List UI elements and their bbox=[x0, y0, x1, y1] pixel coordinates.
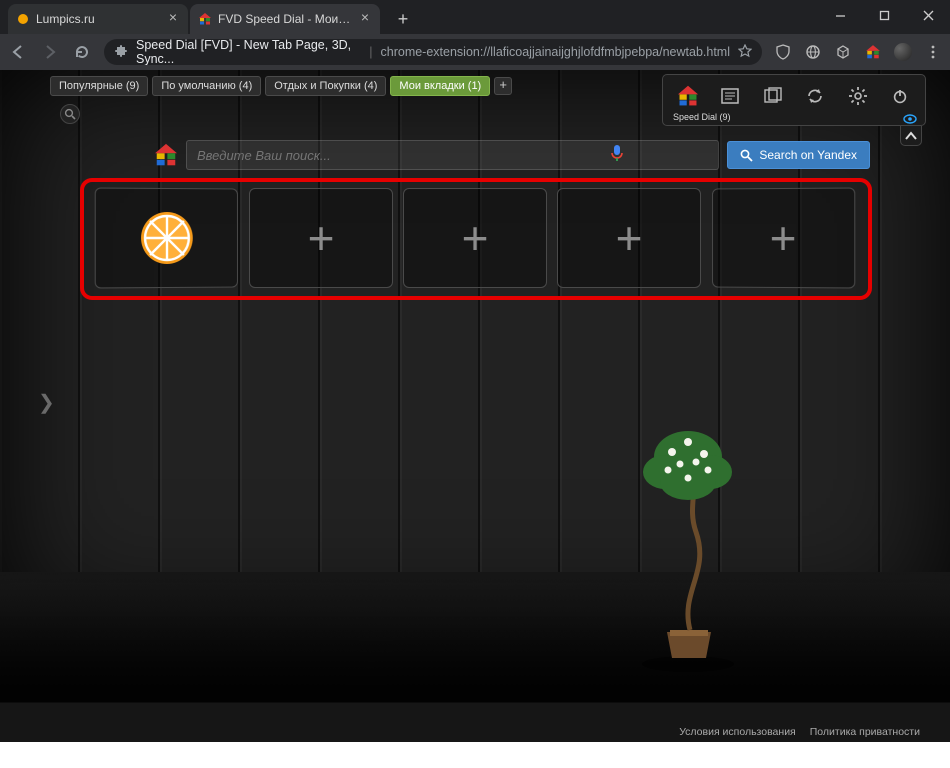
panel-power-button[interactable] bbox=[885, 81, 915, 111]
page-url: chrome-extension://llaficoajjainaijghjlo… bbox=[381, 45, 731, 59]
privacy-link[interactable]: Политика приватности bbox=[810, 726, 920, 738]
star-icon[interactable] bbox=[738, 44, 752, 61]
plus-icon: + bbox=[770, 211, 797, 265]
window-close-button[interactable] bbox=[906, 0, 950, 30]
search-button-label: Search on Yandex bbox=[759, 148, 857, 162]
forward-button[interactable] bbox=[40, 42, 60, 62]
plus-icon: + bbox=[308, 211, 335, 265]
background-floor bbox=[0, 572, 950, 703]
sidebar-expand-handle[interactable]: ❯ bbox=[38, 390, 55, 415]
speed-dial-empty[interactable]: + bbox=[403, 188, 547, 288]
reload-button[interactable] bbox=[72, 42, 92, 62]
tab-label: Lumpics.ru bbox=[36, 12, 160, 26]
group-tabs: Популярные (9) По умолчанию (4) Отдых и … bbox=[50, 76, 512, 96]
favicon-icon bbox=[16, 12, 30, 26]
speed-dial-empty[interactable]: + bbox=[712, 188, 855, 289]
panel-caption: Speed Dial (9) bbox=[673, 112, 915, 122]
eye-icon[interactable] bbox=[903, 113, 917, 127]
plant-decoration bbox=[610, 412, 760, 672]
plus-icon: + bbox=[616, 211, 643, 265]
terms-link[interactable]: Условия использования bbox=[679, 726, 796, 738]
zoom-button[interactable] bbox=[60, 104, 80, 124]
window-minimize-button[interactable] bbox=[818, 0, 862, 30]
tab-label: FVD Speed Dial - Мои вкладки bbox=[218, 12, 352, 26]
separator: | bbox=[369, 45, 372, 59]
globe-icon[interactable] bbox=[804, 43, 822, 61]
bottom-margin bbox=[0, 742, 950, 768]
group-tab[interactable]: Отдых и Покупки (4) bbox=[265, 76, 386, 96]
speed-dial-grid: + + + + bbox=[95, 188, 855, 288]
kebab-menu-icon[interactable] bbox=[924, 43, 942, 61]
orange-slice-icon bbox=[138, 209, 196, 267]
speed-dial-empty[interactable]: + bbox=[249, 188, 393, 288]
back-button[interactable] bbox=[8, 42, 28, 62]
panel-settings-button[interactable] bbox=[843, 81, 873, 111]
profile-avatar[interactable] bbox=[894, 43, 912, 61]
plus-icon: + bbox=[462, 211, 489, 265]
close-icon[interactable]: × bbox=[358, 12, 372, 26]
speed-dial-empty[interactable]: + bbox=[557, 188, 701, 288]
extension-icons bbox=[774, 43, 942, 61]
search-bar: Search on Yandex bbox=[154, 140, 870, 170]
mic-icon[interactable] bbox=[610, 143, 626, 168]
speed-dial-tile[interactable] bbox=[95, 188, 238, 289]
favicon-icon bbox=[198, 12, 212, 26]
window-titlebar: Lumpics.ru × FVD Speed Dial - Мои вкладк… bbox=[0, 0, 950, 34]
address-bar: Speed Dial [FVD] - New Tab Page, 3D, Syn… bbox=[0, 34, 950, 70]
omnibox[interactable]: Speed Dial [FVD] - New Tab Page, 3D, Syn… bbox=[104, 39, 762, 65]
search-logo-icon bbox=[154, 143, 178, 167]
panel-collapse-handle[interactable] bbox=[900, 126, 922, 146]
footer-links: Условия использования Политика приватнос… bbox=[679, 726, 920, 738]
panel-news-button[interactable] bbox=[715, 81, 745, 111]
group-tab[interactable]: Популярные (9) bbox=[50, 76, 148, 96]
speeddial-toolbar-panel: Speed Dial (9) bbox=[662, 74, 926, 126]
search-input[interactable] bbox=[186, 140, 719, 170]
group-tab-active[interactable]: Мои вкладки (1) bbox=[390, 76, 490, 96]
search-button[interactable]: Search on Yandex bbox=[727, 141, 870, 169]
shield-icon[interactable] bbox=[774, 43, 792, 61]
panel-sync-button[interactable] bbox=[800, 81, 830, 111]
browser-tab[interactable]: Lumpics.ru × bbox=[8, 4, 188, 34]
page-content bbox=[0, 70, 950, 742]
panel-recent-button[interactable] bbox=[758, 81, 788, 111]
extension-puzzle-icon bbox=[114, 44, 128, 61]
browser-tab-active[interactable]: FVD Speed Dial - Мои вкладки × bbox=[190, 4, 380, 34]
window-maximize-button[interactable] bbox=[862, 0, 906, 30]
panel-home-button[interactable] bbox=[673, 81, 703, 111]
cube-icon[interactable] bbox=[834, 43, 852, 61]
add-group-button[interactable]: + bbox=[494, 77, 512, 95]
home-colour-icon[interactable] bbox=[864, 43, 882, 61]
close-icon[interactable]: × bbox=[166, 12, 180, 26]
group-tab[interactable]: По умолчанию (4) bbox=[152, 76, 261, 96]
extension-name: Speed Dial [FVD] - New Tab Page, 3D, Syn… bbox=[136, 39, 361, 65]
new-tab-button[interactable]: + bbox=[390, 8, 416, 34]
